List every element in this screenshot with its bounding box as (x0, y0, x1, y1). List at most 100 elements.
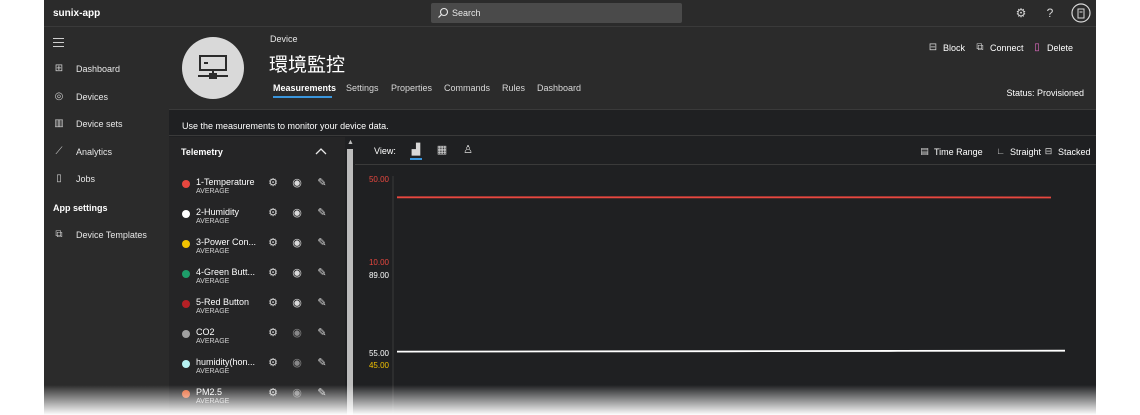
telemetry-name: 4-Green Butt... (196, 267, 256, 277)
gear-icon[interactable]: ⚙ (267, 177, 279, 189)
gear-icon[interactable]: ⚙ (267, 327, 279, 339)
eye-icon[interactable]: ◉ (291, 237, 303, 249)
line-chart-view-icon[interactable]: ▟ (409, 143, 423, 157)
telemetry-name: CO2 (196, 327, 215, 337)
telemetry-scrollbar[interactable]: ▲ (345, 137, 355, 415)
sidebar-item-label: Device Templates (76, 230, 147, 240)
gear-icon[interactable]: ⚙ (1013, 5, 1029, 21)
gear-icon[interactable]: ⚙ (267, 357, 279, 369)
series-color-dot (182, 270, 190, 278)
time-range-button[interactable]: ▤ Time Range (919, 146, 982, 157)
telemetry-panel: Telemetry 1-Temperature AVERAGE ⚙ ◉ ✎ 2-Humid… (169, 137, 345, 415)
telemetry-aggregation: AVERAGE (196, 248, 230, 255)
sidebar-item-device-templates[interactable]: ⧉ Device Templates (44, 223, 169, 247)
stacked-button[interactable]: ⊟ Stacked (1043, 146, 1091, 157)
dashboard-icon: ⊞ (54, 63, 64, 74)
gear-icon[interactable]: ⚙ (267, 207, 279, 219)
telemetry-aggregation: AVERAGE (196, 398, 230, 405)
chevron-up-icon[interactable] (315, 146, 327, 156)
block-button[interactable]: ⊟ Block (927, 42, 965, 54)
edit-icon[interactable]: ✎ (316, 297, 328, 309)
app-name[interactable]: sunix-app (53, 8, 100, 19)
edit-icon[interactable]: ✎ (316, 237, 328, 249)
tab-dashboard[interactable]: Dashboard (537, 83, 581, 93)
chart-area: View: ▟ ▦ ♙ ▤ Time Range ∟ Straight ⊟ St… (355, 137, 1096, 415)
search-box[interactable]: Search (431, 3, 682, 23)
sidebar-item-devices[interactable]: ◎ Devices (44, 85, 169, 109)
y-tick-label: 55.00 (369, 349, 390, 358)
sidebar-item-analytics[interactable]: ⟋ Analytics (44, 140, 169, 164)
telemetry-item[interactable]: 4-Green Butt... AVERAGE ⚙ ◉ ✎ (169, 264, 345, 294)
eye-hidden-icon[interactable]: ◉ (291, 327, 303, 339)
analytics-icon: ⟋ (55, 146, 63, 157)
scroll-up-icon[interactable]: ▲ (347, 139, 354, 147)
edit-icon[interactable]: ✎ (316, 357, 328, 369)
telemetry-aggregation: AVERAGE (196, 278, 230, 285)
gear-icon[interactable]: ⚙ (267, 297, 279, 309)
telemetry-item[interactable]: CO2 AVERAGE ⚙ ◉ ✎ (169, 324, 345, 354)
delete-button[interactable]: ▯ Delete (1031, 42, 1073, 54)
y-tick-label: 45.00 (369, 361, 390, 370)
device-icon (198, 55, 228, 79)
series-color-dot (182, 360, 190, 368)
tab-measurements[interactable]: Measurements (273, 83, 336, 93)
gear-icon[interactable]: ⚙ (267, 267, 279, 279)
grid-view-icon[interactable]: ▦ (435, 143, 449, 157)
top-bar: sunix-app Search ⚙ ? (44, 0, 1096, 27)
chart-toolbar: View: ▟ ▦ ♙ ▤ Time Range ∟ Straight ⊟ St… (355, 137, 1096, 165)
block-label: Block (943, 43, 966, 53)
telemetry-name: 2-Humidity (196, 207, 240, 217)
eye-icon[interactable]: ◉ (291, 267, 303, 279)
edit-icon[interactable]: ✎ (316, 207, 328, 219)
delete-label: Delete (1047, 43, 1074, 53)
telemetry-item[interactable]: 5-Red Button AVERAGE ⚙ ◉ ✎ (169, 294, 345, 324)
sidebar-item-jobs[interactable]: ▯ Jobs (44, 167, 169, 191)
edit-icon[interactable]: ✎ (316, 177, 328, 189)
sidebar-item-label: Dashboard (76, 64, 121, 74)
sidebar-item-label: Analytics (76, 147, 113, 157)
map-view-icon[interactable]: ♙ (461, 143, 475, 157)
eye-icon[interactable]: ◉ (291, 207, 303, 219)
active-view-indicator (410, 158, 422, 160)
telemetry-item[interactable]: humidity(hon... AVERAGE ⚙ ◉ ✎ (169, 354, 345, 384)
telemetry-item[interactable]: 3-Power Con... AVERAGE ⚙ ◉ ✎ (169, 234, 345, 264)
series-color-dot (182, 390, 190, 398)
help-icon[interactable]: ? (1042, 5, 1058, 21)
device-kind-label: Device (270, 34, 298, 44)
tab-properties[interactable]: Properties (391, 83, 432, 93)
telemetry-name: PM2.5 (196, 387, 223, 397)
edit-icon[interactable]: ✎ (316, 387, 328, 399)
hamburger-menu-icon[interactable] (53, 38, 64, 50)
eye-hidden-icon[interactable]: ◉ (291, 387, 303, 399)
telemetry-item[interactable]: 1-Temperature AVERAGE ⚙ ◉ ✎ (169, 174, 345, 204)
connect-label: Connect (990, 43, 1024, 53)
edit-icon[interactable]: ✎ (316, 267, 328, 279)
scrollbar-thumb[interactable] (347, 149, 353, 415)
sidebar: ⊞ Dashboard ◎ Devices ▥ Device sets ⟋ An… (44, 27, 169, 415)
tab-settings[interactable]: Settings (346, 83, 379, 93)
account-icon[interactable] (1071, 3, 1091, 23)
stacked-icon: ⊟ (1044, 146, 1053, 156)
telemetry-item[interactable]: PM2.5 AVERAGE ⚙ ◉ ✎ (169, 384, 345, 414)
telemetry-aggregation: AVERAGE (196, 188, 230, 195)
app-window: sunix-app Search ⚙ ? ⊞ Dashboard ◎ Devic… (44, 0, 1096, 415)
tab-commands[interactable]: Commands (444, 83, 490, 93)
eye-icon[interactable]: ◉ (291, 177, 303, 189)
block-icon: ⊟ (928, 42, 938, 53)
gear-icon[interactable]: ⚙ (267, 387, 279, 399)
edit-icon[interactable]: ✎ (316, 327, 328, 339)
telemetry-name: 1-Temperature (196, 177, 255, 187)
trash-icon: ▯ (1034, 42, 1040, 53)
gear-icon[interactable]: ⚙ (267, 237, 279, 249)
tab-rules[interactable]: Rules (502, 83, 525, 93)
eye-hidden-icon[interactable]: ◉ (291, 357, 303, 369)
connect-button[interactable]: ⧉ Connect (974, 42, 1024, 54)
sidebar-item-dashboard[interactable]: ⊞ Dashboard (44, 57, 169, 81)
search-input[interactable]: Search (452, 8, 481, 18)
telemetry-line-chart: 50.00 10.00 89.00 55.00 45.00 (369, 175, 1066, 415)
eye-icon[interactable]: ◉ (291, 297, 303, 309)
telemetry-item[interactable]: 2-Humidity AVERAGE ⚙ ◉ ✎ (169, 204, 345, 234)
sidebar-item-device-sets[interactable]: ▥ Device sets (44, 112, 169, 136)
straight-button[interactable]: ∟ Straight (995, 146, 1041, 157)
device-sets-icon: ▥ (54, 118, 64, 129)
